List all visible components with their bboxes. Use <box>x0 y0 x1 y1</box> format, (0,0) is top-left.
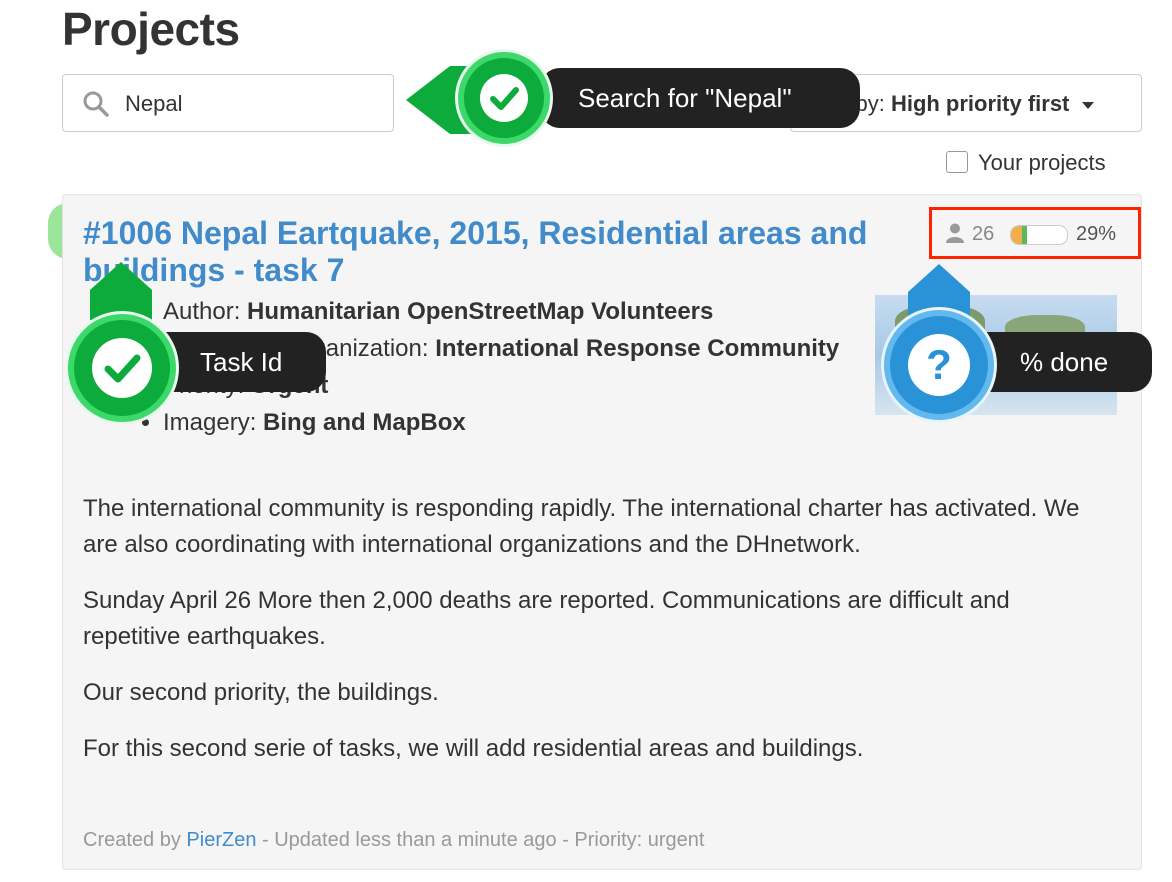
description-paragraph: Sunday April 26 More then 2,000 deaths a… <box>83 587 1010 650</box>
check-circle-icon <box>68 314 176 422</box>
project-footer: Created by PierZen - Updated less than a… <box>83 829 704 852</box>
your-projects-checkbox[interactable] <box>946 151 968 173</box>
your-projects-label: Your projects <box>978 150 1106 175</box>
project-title: Nepal Eartquake, 2015, Residential areas… <box>83 215 868 288</box>
person-icon <box>946 223 964 243</box>
author-link[interactable]: PierZen <box>186 829 256 851</box>
description-paragraph: The international community is respondin… <box>83 495 1080 558</box>
done-tip-text: % done <box>1020 347 1109 377</box>
updated-info: - Updated less than a minute ago - Prior… <box>262 829 705 851</box>
progress-percent: 29% <box>1076 223 1117 245</box>
project-id: #1006 <box>83 215 172 251</box>
caret-down-icon <box>1081 101 1094 109</box>
description-paragraph: For this second serie of tasks, we will … <box>83 735 864 762</box>
search-box[interactable] <box>62 74 394 132</box>
meta-imagery: Imagery: Bing and MapBox <box>163 404 839 441</box>
description-paragraph: Our second priority, the buildings. <box>83 679 439 706</box>
project-description: The international community is respondin… <box>83 491 1103 787</box>
project-card: #1006 Nepal Eartquake, 2015, Residential… <box>62 194 1142 870</box>
project-stats: 26 29% <box>929 207 1141 259</box>
search-input[interactable] <box>123 87 377 121</box>
check-icon <box>480 74 528 122</box>
check-circle-icon <box>458 52 550 144</box>
search-tip-bubble: Search for "Nepal" <box>540 68 860 128</box>
task-id-tip-text: Task Id <box>200 347 283 377</box>
task-id-tip-pointer <box>90 262 152 320</box>
page-title: Projects <box>62 3 240 55</box>
created-by-label: Created by <box>83 829 181 851</box>
progress-bar <box>1010 225 1068 245</box>
question-mark: ? <box>908 334 970 396</box>
contributor-count: 26 <box>972 223 995 245</box>
question-circle-icon: ? <box>884 310 994 420</box>
progress-fill <box>1011 226 1028 244</box>
meta-author: Author: Humanitarian OpenStreetMap Volun… <box>163 293 839 330</box>
search-icon <box>83 91 109 117</box>
project-title-link[interactable]: #1006 Nepal Eartquake, 2015, Residential… <box>83 215 883 289</box>
search-tip-text: Search for "Nepal" <box>578 83 792 113</box>
your-projects-filter[interactable]: Your projects <box>946 150 1106 176</box>
check-icon <box>92 338 152 398</box>
sort-value: High priority first <box>890 91 1070 116</box>
